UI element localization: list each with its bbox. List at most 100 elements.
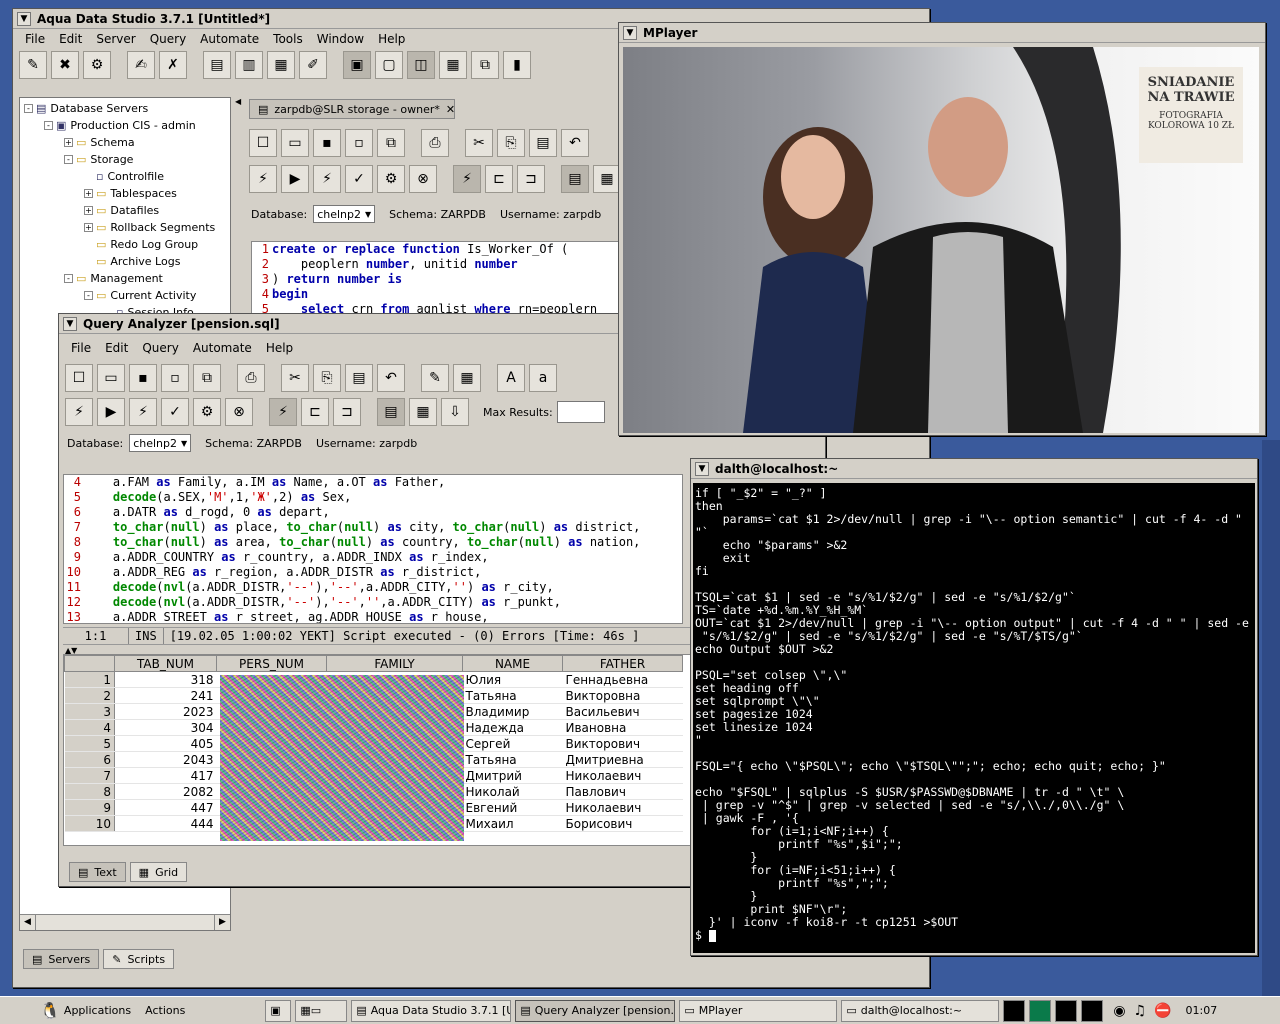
menu-file[interactable]: File	[19, 32, 53, 46]
view-ddl-icon[interactable]: ▢	[375, 51, 403, 79]
tree-node[interactable]: - ▭ Current Activity	[22, 287, 230, 304]
tree-node[interactable]: + ▭ Rollback Segments	[22, 219, 230, 236]
save-icon[interactable]: ▪	[313, 129, 341, 157]
table-data-icon[interactable]: ▦	[267, 51, 295, 79]
tab-servers[interactable]: ▤ Servers	[23, 949, 100, 969]
save-as-icon[interactable]: ▫	[161, 364, 189, 392]
scroll-left-icon[interactable]: ◀	[20, 915, 36, 930]
menu-query[interactable]: Query	[136, 341, 186, 355]
column-header[interactable]: PERS_NUM	[216, 655, 327, 672]
cut-icon[interactable]: ✂	[281, 364, 309, 392]
query-window-icon[interactable]: ▤	[203, 51, 231, 79]
execute-selection-icon[interactable]: ⚡	[313, 165, 341, 193]
network-icon[interactable]: ◉	[1113, 1003, 1125, 1019]
expand-icon[interactable]: +	[84, 189, 93, 198]
auto-commit-icon[interactable]: ⚡	[269, 398, 297, 426]
paste-icon[interactable]: ▤	[345, 364, 373, 392]
expand-icon[interactable]: +	[84, 223, 93, 232]
window-menu-icon[interactable]: ▼	[63, 316, 77, 331]
execute-script-icon[interactable]: ⚙	[193, 398, 221, 426]
stop-icon[interactable]: ⊗	[409, 165, 437, 193]
view-db-icon[interactable]: ◫	[407, 51, 435, 79]
execute-selection-icon[interactable]: ⚡	[129, 398, 157, 426]
expand-icon[interactable]: +	[84, 206, 93, 215]
task-mplayer[interactable]: ▭ MPlayer	[679, 999, 838, 1022]
results-grid-icon[interactable]: ▦	[409, 398, 437, 426]
new-file-icon[interactable]: ☐	[249, 129, 277, 157]
register-icon[interactable]: ✍	[127, 51, 155, 79]
tree-node[interactable]: + ▭ Schema	[22, 134, 230, 151]
tree-node[interactable]: ▭ Archive Logs	[22, 253, 230, 270]
collapse-icon[interactable]: -	[44, 121, 53, 130]
grid-icon[interactable]: ▦	[439, 51, 467, 79]
menu-query[interactable]: Query	[144, 32, 194, 46]
video-frame[interactable]: SNIADANIE NA TRAWIE FOTOGRAFIA KOLOROWA …	[623, 47, 1259, 433]
tree-node[interactable]: - ▭ Storage	[22, 151, 230, 168]
splitter-handle[interactable]: ◀	[235, 97, 241, 121]
execute-all-icon[interactable]: ⚡	[249, 165, 277, 193]
view-sql-icon[interactable]: ▣	[343, 51, 371, 79]
open-folder-icon[interactable]: ▭	[97, 364, 125, 392]
results-grid-icon[interactable]: ▦	[593, 165, 621, 193]
show-desktop-button[interactable]: ▣	[265, 999, 292, 1022]
pager-2[interactable]	[1029, 999, 1052, 1022]
task-terminal[interactable]: ▭ dalth@localhost:~	[841, 999, 1000, 1022]
expand-icon[interactable]: +	[64, 138, 73, 147]
rollback-icon[interactable]: ⊐	[517, 165, 545, 193]
tree-node[interactable]: - ▭ Management	[22, 270, 230, 287]
connect-icon[interactable]: ⚙	[83, 51, 111, 79]
print-icon[interactable]: ⎙	[237, 364, 265, 392]
pager-3[interactable]	[1055, 999, 1078, 1022]
paste-icon[interactable]: ▤	[529, 129, 557, 157]
save-icon[interactable]: ▪	[129, 364, 157, 392]
results-text-icon[interactable]: ▤	[377, 398, 405, 426]
menu-server[interactable]: Server	[90, 32, 143, 46]
tree-node[interactable]: ▫ Controlfile	[22, 168, 230, 185]
window-menu-icon[interactable]: ▼	[695, 461, 709, 476]
commit-icon[interactable]: ⊏	[301, 398, 329, 426]
execute-icon[interactable]: ▶	[281, 165, 309, 193]
clock[interactable]: 01:07	[1186, 1004, 1218, 1017]
uppercase-icon[interactable]: A	[497, 364, 525, 392]
script-icon[interactable]: ✐	[299, 51, 327, 79]
tree-node[interactable]: + ▭ Tablespaces	[22, 185, 230, 202]
menu-edit[interactable]: Edit	[99, 341, 136, 355]
explain-icon[interactable]: ✓	[161, 398, 189, 426]
sql-editor[interactable]: 4 a.FAM as Family, a.IM as Name, a.OT as…	[63, 474, 683, 624]
collapse-icon[interactable]: -	[64, 155, 73, 164]
terminal-titlebar[interactable]: ▼ dalth@localhost:~	[691, 459, 1257, 479]
save-as-icon[interactable]: ▫	[345, 129, 373, 157]
stop-icon[interactable]: ⊗	[225, 398, 253, 426]
copy-window-icon[interactable]: ⧉	[193, 364, 221, 392]
window-menu-icon[interactable]: ▼	[623, 25, 637, 40]
task-query-analyzer[interactable]: ▤Query Analyzer [pension.sql]	[515, 999, 676, 1022]
chart-icon[interactable]: ▮	[503, 51, 531, 79]
menu-automate[interactable]: Automate	[194, 32, 267, 46]
auto-commit-icon[interactable]: ⚡	[453, 165, 481, 193]
menu-window[interactable]: Window	[311, 32, 372, 46]
terminal-output[interactable]: if [ "_$2" = "_?" ] then params=`cat $1 2…	[693, 483, 1255, 953]
tree-node[interactable]: + ▭ Datafiles	[22, 202, 230, 219]
pager-4[interactable]	[1081, 999, 1104, 1022]
undo-icon[interactable]: ↶	[377, 364, 405, 392]
copy-window-icon[interactable]: ⧉	[377, 129, 405, 157]
open-folder-icon[interactable]: ▭	[281, 129, 309, 157]
copy-icon[interactable]: ⎘	[497, 129, 525, 157]
column-header[interactable]: TAB_NUM	[114, 655, 217, 672]
commit-icon[interactable]: ⊏	[485, 165, 513, 193]
task-aqua[interactable]: ▤ Aqua Data Studio 3.7.1 [Unt	[351, 999, 512, 1022]
results-text-icon[interactable]: ▤	[561, 165, 589, 193]
menu-tools[interactable]: Tools	[267, 32, 311, 46]
lowercase-icon[interactable]: a	[529, 364, 557, 392]
column-header[interactable]: FAMILY	[326, 655, 463, 672]
tree-node[interactable]: - ▣ Production CIS - admin	[22, 117, 230, 134]
undo-icon[interactable]: ↶	[561, 129, 589, 157]
tree-node[interactable]: ▭ Redo Log Group	[22, 236, 230, 253]
menu-help[interactable]: Help	[260, 341, 301, 355]
delete-server-icon[interactable]: ✖	[51, 51, 79, 79]
actions-menu[interactable]: Actions	[145, 1004, 185, 1017]
mixer-icon[interactable]: ♫	[1134, 1003, 1147, 1019]
collapse-icon[interactable]: -	[64, 274, 73, 283]
menu-automate[interactable]: Automate	[187, 341, 260, 355]
tab-grid[interactable]: ▦ Grid	[129, 862, 188, 882]
